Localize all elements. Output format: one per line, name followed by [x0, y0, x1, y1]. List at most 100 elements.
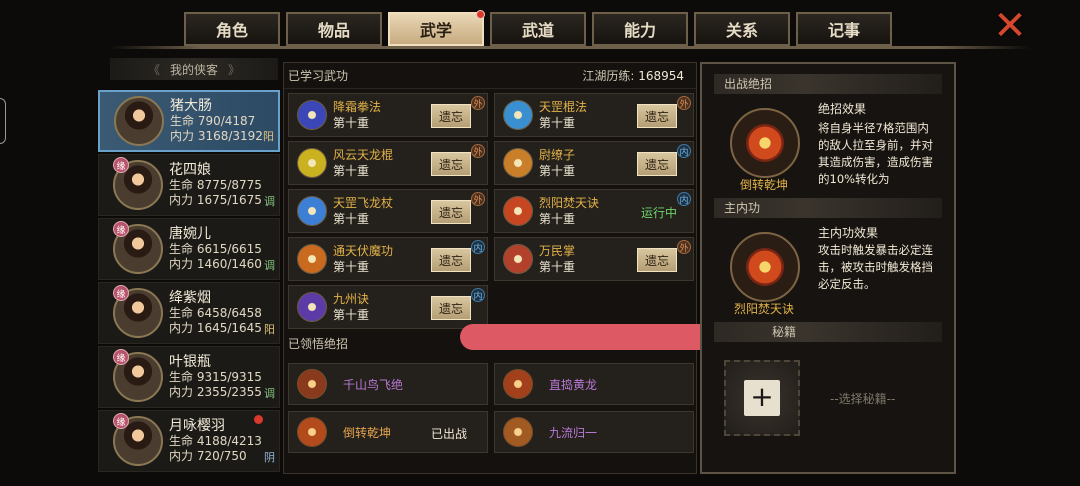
tab-5[interactable]: 关系	[694, 12, 790, 46]
skill-card[interactable]: 九州诀 第十重 遗忘内	[288, 285, 488, 329]
battle-ult-name: 倒转乾坤	[739, 178, 788, 192]
forget-button[interactable]: 遗忘	[637, 248, 677, 272]
forget-button[interactable]: 遗忘	[431, 104, 471, 128]
relation-badge: 缘	[113, 221, 129, 237]
skill-type-badge: 外	[471, 192, 485, 206]
forget-button[interactable]: 遗忘	[431, 248, 471, 272]
character-info: 猪大肠 生命 790/4187 内力 3168/3192	[170, 98, 263, 144]
tab-2[interactable]: 武学	[388, 10, 485, 46]
main-inner-icon[interactable]	[730, 232, 800, 302]
secret-book-title: 秘籍	[714, 322, 942, 342]
skill-level: 第十重	[539, 116, 576, 130]
skill-card[interactable]: 万民掌 第十重 遗忘外	[494, 237, 694, 281]
tab-divider	[110, 46, 1030, 49]
skill-card[interactable]: 烈阳焚天诀 第十重 运行中内	[494, 189, 694, 233]
skill-icon	[297, 292, 327, 322]
character-hp: 生命 8775/8775	[169, 177, 262, 192]
ult-card[interactable]: 倒转乾坤 已出战	[288, 411, 488, 453]
skill-type-badge: 内	[471, 288, 485, 302]
tab-3[interactable]: 武道	[490, 12, 586, 46]
ult-state: 已出战	[430, 427, 467, 441]
forget-button[interactable]: 遗忘	[431, 200, 471, 224]
skill-text: 九州诀 第十重	[333, 291, 369, 323]
skill-name: 烈阳焚天诀	[539, 196, 600, 210]
ult-card[interactable]: 直捣黄龙	[494, 363, 694, 405]
chevron-left-icon: 《	[147, 62, 160, 77]
side-handle[interactable]	[0, 98, 6, 144]
battle-effect-title: 绝招效果	[818, 102, 867, 116]
skill-text: 尉缭子 第十重	[539, 147, 575, 179]
ult-card[interactable]: 九流归一	[494, 411, 694, 453]
character-mp: 内力 720/750	[169, 448, 247, 463]
chevron-right-icon: 》	[228, 62, 241, 77]
character-row[interactable]: 缘 唐婉儿 生命 6615/6615 内力 1460/1460 调	[98, 218, 280, 280]
skill-card[interactable]: 天罡飞龙杖 第十重 遗忘外	[288, 189, 488, 233]
ult-name: 千山鸟飞绝	[343, 377, 404, 392]
skill-card[interactable]: 通天伏魔功 第十重 遗忘内	[288, 237, 488, 281]
skill-card[interactable]: 风云天龙棍 第十重 遗忘外	[288, 141, 488, 185]
ult-title: 已领悟绝招	[288, 337, 349, 351]
tab-1[interactable]: 物品	[286, 12, 382, 46]
forget-button[interactable]: 遗忘	[431, 296, 471, 320]
skill-type-badge: 内	[471, 240, 485, 254]
forget-button[interactable]: 遗忘	[637, 152, 677, 176]
skill-type-badge: 外	[677, 240, 691, 254]
ult-icon	[297, 417, 327, 447]
skill-text: 天罡飞龙杖 第十重	[333, 195, 393, 227]
skill-type-badge: 外	[677, 96, 691, 110]
character-hp: 生命 6458/6458	[169, 305, 262, 320]
notification-dot	[476, 10, 485, 19]
skill-card[interactable]: 降霜拳法 第十重 遗忘外	[288, 93, 488, 137]
skill-card[interactable]: 尉缭子 第十重 遗忘内	[494, 141, 694, 185]
character-name: 唐婉儿	[169, 225, 211, 242]
character-row[interactable]: 缘 月咏樱羽 生命 4188/4213 内力 720/750 阴	[98, 410, 280, 472]
skill-text: 烈阳焚天诀 第十重	[539, 195, 599, 227]
character-row[interactable]: 缘 花四娘 生命 8775/8775 内力 1675/1675 调	[98, 154, 280, 216]
character-info: 绛紫烟 生命 6458/6458 内力 1645/1645	[169, 290, 262, 336]
battle-ult-title: 出战绝招	[714, 74, 942, 94]
skill-level: 第十重	[539, 212, 576, 226]
tab-label: 物品	[317, 21, 350, 40]
tab-0[interactable]: 角色	[184, 12, 280, 46]
close-icon[interactable]: ✕	[990, 6, 1030, 46]
martial-arts-panel: 已学习武功 江湖历练: 168954 降霜拳法 第十重 遗忘外 天罡棍法 第十重…	[283, 62, 697, 474]
tab-4[interactable]: 能力	[592, 12, 688, 46]
forget-button[interactable]: 遗忘	[431, 152, 471, 176]
character-mp: 内力 1460/1460	[169, 256, 262, 271]
character-row[interactable]: 缘 绛紫烟 生命 6458/6458 内力 1645/1645 阳	[98, 282, 280, 344]
tab-label: 角色	[215, 21, 248, 40]
exp-value: 168954	[638, 69, 684, 83]
character-name: 叶银瓶	[169, 353, 211, 370]
character-row[interactable]: 猪大肠 生命 790/4187 内力 3168/3192 阳	[98, 90, 280, 152]
tab-6[interactable]: 记事	[796, 12, 892, 46]
character-info: 花四娘 生命 8775/8775 内力 1675/1675	[169, 162, 262, 208]
skill-icon	[503, 100, 533, 130]
relation-badge: 缘	[113, 349, 129, 365]
skill-level: 第十重	[333, 164, 370, 178]
character-tag: 调	[264, 387, 275, 400]
character-info: 月咏樱羽 生命 4188/4213 内力 720/750	[169, 417, 262, 464]
skill-icon	[297, 244, 327, 274]
ult-name: 九流归一	[549, 425, 598, 440]
ult-card[interactable]: 千山鸟飞绝	[288, 363, 488, 405]
character-name: 月咏樱羽	[169, 417, 225, 434]
skill-text: 降霜拳法 第十重	[333, 99, 381, 131]
select-secret-hint: --选择秘籍--	[830, 392, 896, 406]
ult-grid: 千山鸟飞绝 直捣黄龙倒转乾坤 已出战 九流归一	[288, 363, 694, 453]
skill-icon	[297, 196, 327, 226]
skill-text: 风云天龙棍 第十重	[333, 147, 393, 179]
relation-badge: 缘	[113, 157, 129, 173]
character-info: 唐婉儿 生命 6615/6615 内力 1460/1460	[169, 225, 262, 272]
add-secret-button[interactable]: +	[724, 360, 800, 436]
relation-badge: 缘	[113, 413, 129, 429]
plus-icon: +	[744, 380, 780, 416]
character-row[interactable]: 缘 叶银瓶 生命 9315/9315 内力 2355/2355 调	[98, 346, 280, 408]
skill-icon	[297, 148, 327, 178]
ult-name: 直捣黄龙	[549, 377, 598, 392]
skill-level: 第十重	[333, 212, 370, 226]
running-label: 运行中	[640, 206, 677, 220]
forget-button[interactable]: 遗忘	[637, 104, 677, 128]
skill-card[interactable]: 天罡棍法 第十重 遗忘外	[494, 93, 694, 137]
skill-name: 尉缭子	[539, 148, 576, 162]
battle-ult-icon[interactable]	[730, 108, 800, 178]
